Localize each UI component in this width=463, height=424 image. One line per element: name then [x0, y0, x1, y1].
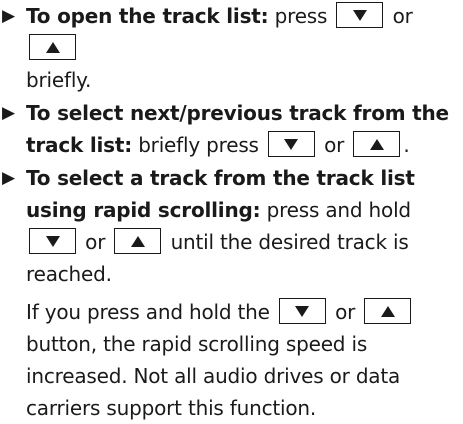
- instruction-text: press: [274, 4, 328, 28]
- note-text: If you press and hold the: [26, 300, 270, 324]
- up-arrow-key-icon: [29, 34, 76, 60]
- down-arrow-key-icon: [278, 298, 326, 324]
- or-text: or: [392, 4, 413, 28]
- instruction-item-next-previous-track: ▶ To select next/previous track from the…: [0, 97, 463, 161]
- up-arrow-key-icon: [114, 228, 162, 254]
- down-arrow-key-icon: [267, 131, 315, 157]
- instruction-lead: To open the track list:: [26, 4, 269, 28]
- down-arrow-key-icon: [29, 228, 76, 254]
- instruction-text: briefly press: [138, 133, 259, 157]
- instruction-text: press and hold: [266, 198, 412, 222]
- up-arrow-key-icon: [364, 298, 412, 324]
- or-text: or: [324, 133, 345, 157]
- bullet-icon: ▶: [2, 103, 15, 123]
- instruction-item-open-track-list: ▶ To open the track list: press or brief…: [0, 0, 463, 96]
- bullet-icon: ▶: [2, 6, 15, 26]
- up-arrow-key-icon: [353, 131, 401, 157]
- instruction-text: .: [403, 133, 410, 157]
- bullet-icon: ▶: [2, 168, 15, 188]
- instruction-text: until the desired track is reached.: [26, 230, 409, 286]
- instruction-note: If you press and hold the or button, the…: [26, 296, 463, 424]
- instruction-page: ▶ To open the track list: press or brief…: [0, 0, 463, 420]
- instruction-item-rapid-scrolling: ▶ To select a track from the track list …: [0, 162, 463, 424]
- or-text: or: [335, 300, 356, 324]
- note-text: button, the rapid scrolling speed is inc…: [26, 332, 401, 420]
- down-arrow-key-icon: [336, 2, 384, 28]
- or-text: or: [85, 230, 106, 254]
- instruction-text: briefly.: [26, 68, 92, 92]
